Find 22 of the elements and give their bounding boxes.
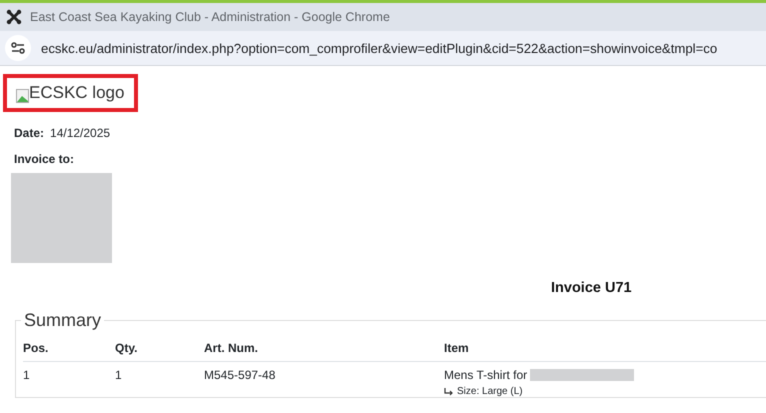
date-value: 14/12/2025 [50, 126, 110, 140]
table-cell-text: 1 [23, 367, 31, 384]
invoice-title: Invoice U71 [551, 280, 633, 296]
column-header: Pos. [23, 333, 115, 362]
window-title: East Coast Sea Kayaking Club - Administration - Google Chrome [30, 10, 390, 24]
column-header: Art. Num. [204, 333, 444, 362]
site-info-button[interactable] [5, 35, 31, 61]
table-cell-text: M545-597-48 [204, 367, 276, 384]
broken-image-icon [16, 89, 29, 103]
column-header: Item [444, 333, 766, 362]
column-header: Qty. [115, 333, 204, 362]
item-option: Size: Large (L) [457, 386, 523, 397]
tune-icon [11, 42, 25, 54]
logo-alt-text: ECSKC logo [29, 83, 124, 103]
date-label: Date: [14, 126, 44, 140]
table-cell-text: 1 [115, 367, 123, 384]
summary-legend: Summary [21, 310, 104, 331]
app-logo-icon [6, 9, 22, 25]
invoice-to-label: Invoice to: [14, 152, 74, 166]
url-text[interactable]: ecskc.eu/administrator/index.php?option=com_comprofiler&view=editPlugin&cid=522&action=showinvoice&tmpl=co [41, 40, 718, 56]
item-name: Mens T-shirt for [444, 368, 528, 382]
return-arrow-icon [444, 388, 453, 396]
